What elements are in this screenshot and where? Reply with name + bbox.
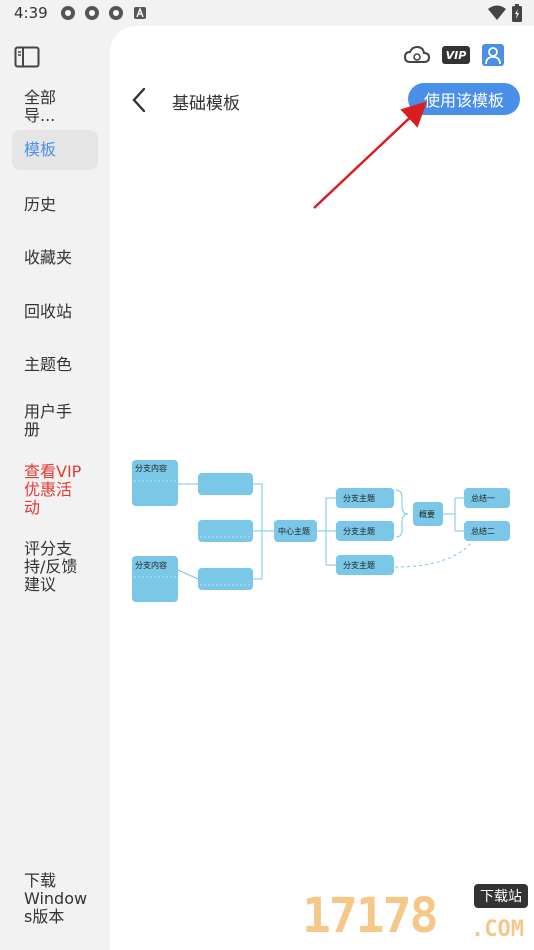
sidebar-item-all-docs[interactable]: 全部导... [12,89,98,125]
sidebar-item-user-manual[interactable]: 用户手 册 [12,403,98,439]
mindmap-label: 分支主题 [343,526,375,536]
page-title: 基础模板 [172,94,240,114]
template-preview: 分支内容 分支内容 中心主题 分支主题 分支主题 分支主题 概要 总结一 总结二 [132,460,510,602]
a-notification-icon [134,7,146,19]
cloud-sync-icon[interactable] [404,45,430,65]
notification-icon [109,6,123,20]
vip-badge[interactable]: VIP [442,46,470,64]
vip-label: VIP [445,48,467,62]
sidebar-item-history[interactable]: 历史 [12,196,98,214]
wifi-icon [488,5,506,20]
sidebar-item-vip-offers[interactable]: 查看VIP 优惠活 动 [12,463,98,517]
sidebar: 全部导... 模板 历史 收藏夹 回收站 主题色 用户手 册 查看VIP 优惠活… [0,26,110,950]
mindmap-label: 中心主题 [278,526,310,536]
use-template-button[interactable]: 使用该模板 [408,83,520,115]
sidebar-item-theme-color[interactable]: 主题色 [12,356,98,374]
mindmap-label: 分支主题 [343,493,375,503]
sidebar-item-favorites[interactable]: 收藏夹 [12,249,98,267]
mindmap-node [198,568,253,590]
notification-icon [61,6,75,20]
watermark: 17178 下载站 .COM [302,882,528,944]
mindmap-label: 总结一 [471,493,495,503]
mindmap-label: 分支内容 [135,560,167,570]
mindmap-label: 概要 [419,509,435,519]
mindmap-label: 分支内容 [135,463,167,473]
sidebar-item-recycle-bin[interactable]: 回收站 [12,303,98,321]
notification-icon [85,6,99,20]
user-avatar-icon[interactable] [482,44,504,66]
sidebar-item-templates[interactable]: 模板 [12,130,98,170]
mindmap-node [198,520,253,542]
mindmap-node [198,473,253,495]
battery-icon [512,4,522,22]
sidebar-item-windows-download[interactable]: 下载 Window s版本 [12,872,98,926]
watermark-digits: 17178 [302,888,438,944]
watermark-tag: 下载站 [474,884,528,908]
sidebar-toggle-icon[interactable] [14,46,40,68]
watermark-domain: .COM [471,917,524,942]
status-bar: 4:39 [0,0,534,26]
status-time: 4:39 [14,4,48,22]
sidebar-item-feedback[interactable]: 评分支 持/反馈 建议 [12,540,98,594]
back-arrow-icon[interactable] [130,86,150,114]
mindmap-label: 分支主题 [343,560,375,570]
mindmap-label: 总结二 [471,526,495,536]
